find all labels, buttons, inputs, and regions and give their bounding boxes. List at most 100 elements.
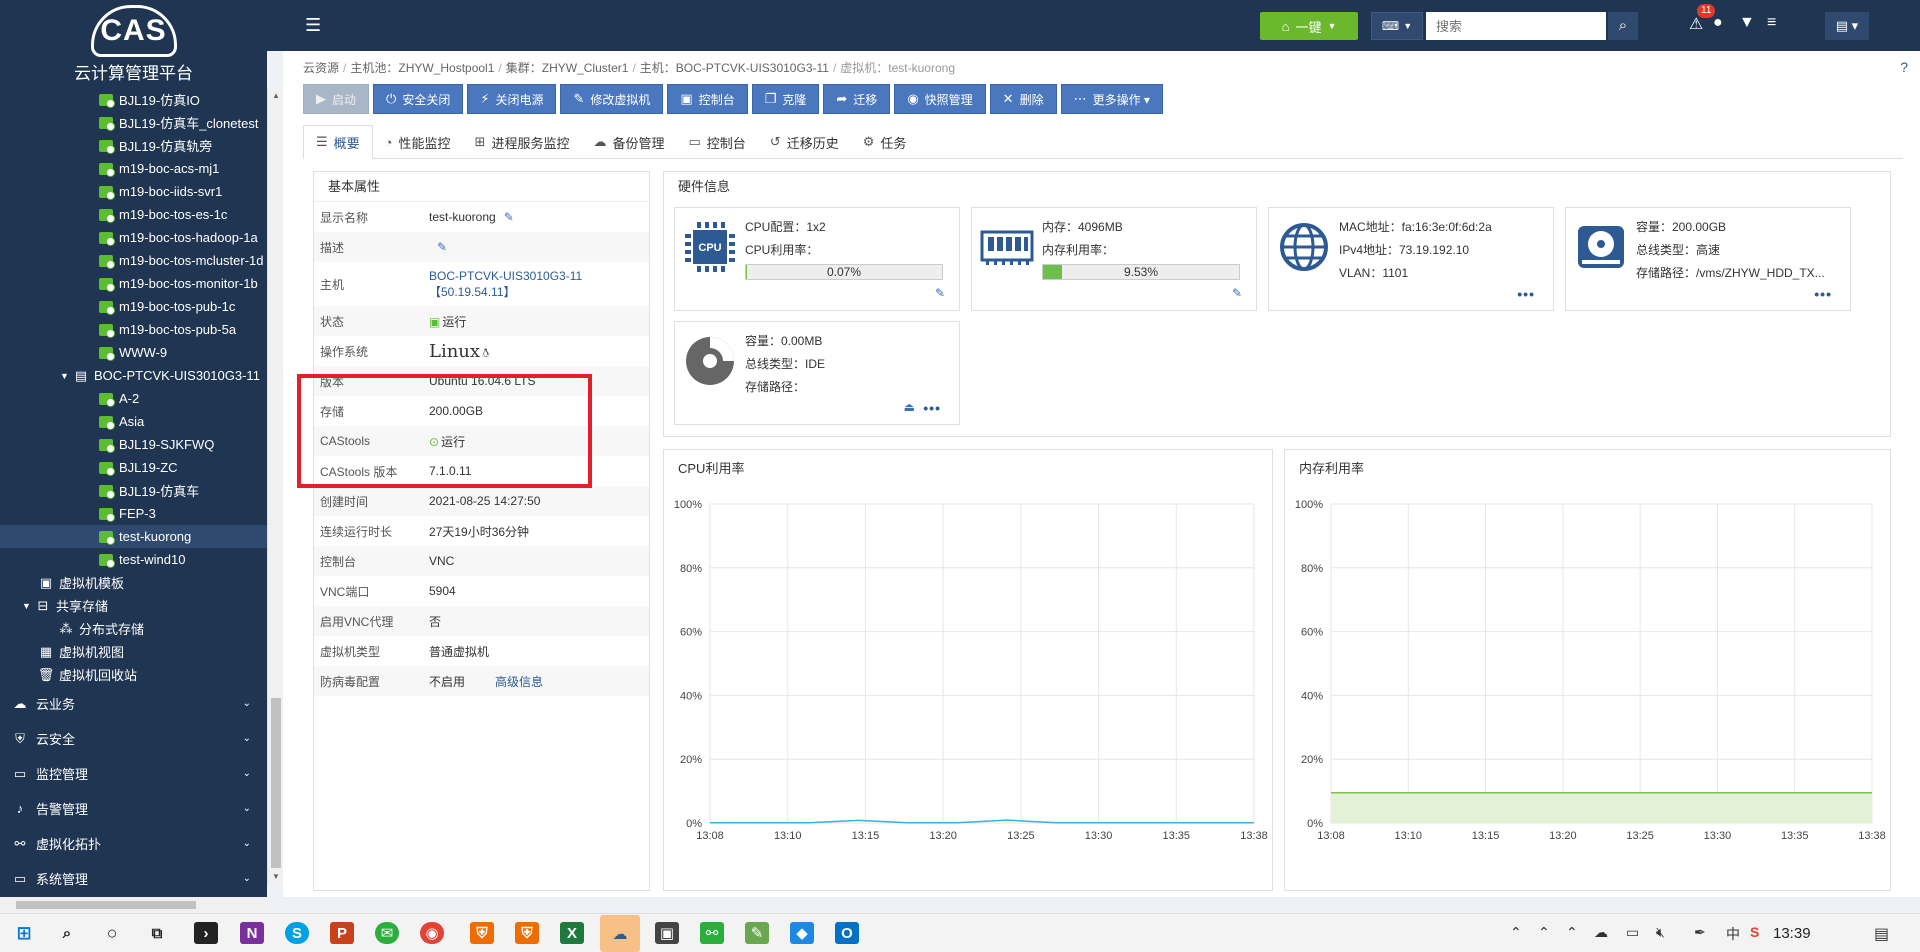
tree-vm-item[interactable]: Asia [0,410,267,433]
toolbar-button[interactable]: ⚡ 关闭电源 [467,84,557,114]
property-value-cell[interactable]: BOC-PTCVK-UIS3010G3-11 【50.19.54.11】 [429,262,649,306]
tray-chevron3-icon[interactable]: ⌃ [1566,924,1578,941]
tree-nav-item[interactable]: 🗑︎ 虚拟机回收站 [0,663,267,686]
help-icon[interactable]: ? [1900,59,1908,75]
cpu-edit-icon[interactable]: ✎ [935,286,945,300]
search-icon[interactable]: ⌕ [1608,12,1638,40]
cube-app-icon[interactable]: ◆ [790,922,814,944]
tree-vm-item[interactable]: m19-boc-tos-hadoop-1a [0,226,267,249]
onekey-button[interactable]: ⌂ 一键 ▼ [1260,12,1358,40]
tree-vm-item[interactable]: m19-boc-tos-pub-1c [0,295,267,318]
network-app-icon[interactable]: ⚯ [700,922,724,944]
outlook-icon[interactable]: O [835,922,859,944]
sidebar-menu-item[interactable]: ▭ 系统管理 ⌄ [0,861,267,896]
tree-vm-item[interactable]: m19-boc-tos-pub-5a [0,318,267,341]
edit-pencil-icon[interactable]: ✎ [437,240,447,254]
skype-icon[interactable]: S [285,922,309,944]
tray-chevron-icon[interactable]: ⌃ [1510,924,1522,941]
tree-vm-item[interactable]: test-kuorong [0,525,267,548]
input-method-dropdown[interactable]: ⌨ ▼ [1371,12,1423,40]
tab-item[interactable]: ⊞ 进程服务监控 [463,125,582,159]
tree-vm-item[interactable]: m19-boc-iids-svr1 [0,180,267,203]
list-icon[interactable]: ≡ [1767,14,1776,32]
eject-icon[interactable]: ⏏ [904,400,915,414]
mute-icon[interactable]: 🔇︎ [1656,924,1665,941]
cortana-icon[interactable]: ○ [100,922,124,944]
chart-app-icon[interactable]: ✎ [745,922,769,944]
pen-icon[interactable]: ✒ [1694,924,1706,941]
tree-vm-item[interactable]: m19-boc-tos-monitor-1b [0,272,267,295]
toolbar-button[interactable]: ❐ 克隆 [751,84,820,114]
view-switch-button[interactable]: ▤ ▾ [1825,12,1869,40]
tree-vm-item[interactable]: test-wind10 [0,548,267,571]
edit-pencil-icon[interactable]: ✎ [504,210,514,224]
toolbar-button[interactable]: ◉ 快照管理 [894,84,986,114]
collapse-icon[interactable]: ▼ [22,601,32,611]
tree-nav-item[interactable]: ▼ ⊟ 共享存储 [0,594,267,617]
tree-vm-item[interactable]: BJL19-仿真IO [0,88,267,111]
tray-cloud-icon[interactable]: ☁ [1594,924,1608,941]
monitor-app-icon[interactable]: ▣ [655,922,679,944]
excel-icon[interactable]: X [560,922,584,944]
toolbar-button[interactable]: ⋯ 更多操作 ▾ [1060,84,1163,114]
tree-vm-item[interactable]: A-2 [0,387,267,410]
sidebar-menu-item[interactable]: ♪ 告警管理 ⌄ [0,791,267,826]
scroll-down-arrow[interactable]: ▼ [268,869,284,885]
terminal-icon[interactable]: › [194,922,218,944]
wechat-icon[interactable]: ✉ [375,922,399,944]
disk-more-icon[interactable]: ••• [1814,286,1832,302]
tree-host-item[interactable]: ▼ ▤ BOC-PTCVK-UIS3010G3-11 [0,364,267,387]
tree-vm-item[interactable]: BJL19-SJKFWQ [0,433,267,456]
tray-chevron2-icon[interactable]: ⌃ [1538,924,1550,941]
sidebar-menu-item[interactable]: ☁ 云业务 ⌄ [0,686,267,721]
memory-edit-icon[interactable]: ✎ [1232,286,1242,300]
cdrom-more-icon[interactable]: ••• [923,400,941,416]
toolbar-button[interactable]: ➦ 迁移 [823,84,891,114]
tab-item[interactable]: ▭ 控制台 [676,125,757,159]
sidebar-menu-item[interactable]: ⚯ 虚拟化拓扑 ⌄ [0,826,267,861]
onenote-icon[interactable]: N [240,922,264,944]
tree-vm-item[interactable]: FEP-3 [0,502,267,525]
task-view-icon[interactable]: ⧉ [145,922,169,944]
breadcrumb-item[interactable]: 集群：ZHYW_Cluster1 [506,61,629,75]
toolbar-button[interactable]: ⏻ 安全关闭 [373,84,464,114]
tree-vm-item[interactable]: m19-boc-tos-es-1c [0,203,267,226]
tree-vm-item[interactable]: BJL19-仿真轨旁 [0,134,267,157]
scrollbar-thumb[interactable] [271,698,281,868]
windows-start-icon[interactable]: ⊞ [12,922,36,944]
tree-vm-item[interactable]: BJL19-仿真车_clonetest [0,111,267,134]
breadcrumb-item[interactable]: 云资源 [303,61,339,75]
toolbar-button[interactable]: ▶ 启动 [303,84,370,114]
powerpoint-icon[interactable]: P [330,922,354,944]
sidebar-menu-item[interactable]: ▭ 监控管理 ⌄ [0,756,267,791]
tab-item[interactable]: ☁ 备份管理 [581,125,676,159]
shirt-icon[interactable]: ▼ [1739,14,1755,32]
breadcrumb-item[interactable]: 主机池：ZHYW_Hostpool1 [350,61,494,75]
tree-nav-item[interactable]: ▣ 虚拟机模板 [0,571,267,594]
breadcrumb-item[interactable]: 主机：BOC-PTCVK-UIS3010G3-11 [640,61,829,75]
tab-item[interactable]: ↺ 迁移历史 [758,125,851,159]
security-icon[interactable]: ⛨ [470,922,494,944]
tab-item[interactable]: ☰ 概要 [303,125,373,159]
hscrollbar-thumb[interactable] [16,901,196,909]
menu-toggle-icon[interactable]: ☰ [305,15,321,36]
cas-client-icon[interactable]: ☁ [600,915,640,952]
sidebar-scrollbar[interactable]: ▲ ▼ [267,88,283,885]
tree-vm-item[interactable]: WWW-9 [0,341,267,364]
chrome-icon[interactable]: ◉ [420,922,444,944]
scroll-up-arrow[interactable]: ▲ [268,88,284,104]
battery-icon[interactable]: ▭ [1626,924,1639,941]
tab-item[interactable]: ◔ 性能监控 [373,125,463,159]
tree-vm-item[interactable]: m19-boc-tos-mcluster-1d [0,249,267,272]
user-icon[interactable]: ● [1713,14,1723,32]
tree-nav-item[interactable]: ⁂ 分布式存储 [0,617,267,640]
sogou-icon[interactable]: S [1750,924,1759,940]
tree-vm-item[interactable]: BJL19-ZC [0,456,267,479]
sidebar-menu-item[interactable]: ⛨ 云安全 ⌄ [0,721,267,756]
advanced-info-link[interactable]: 高级信息 [495,675,543,689]
toolbar-button[interactable]: ✕ 删除 [989,84,1057,114]
collapse-icon[interactable]: ▼ [60,371,70,381]
notification-icon[interactable]: ▤ [1874,924,1889,944]
ime-icon[interactable]: 中 [1726,924,1740,944]
sidebar-hscrollbar[interactable] [0,897,267,913]
